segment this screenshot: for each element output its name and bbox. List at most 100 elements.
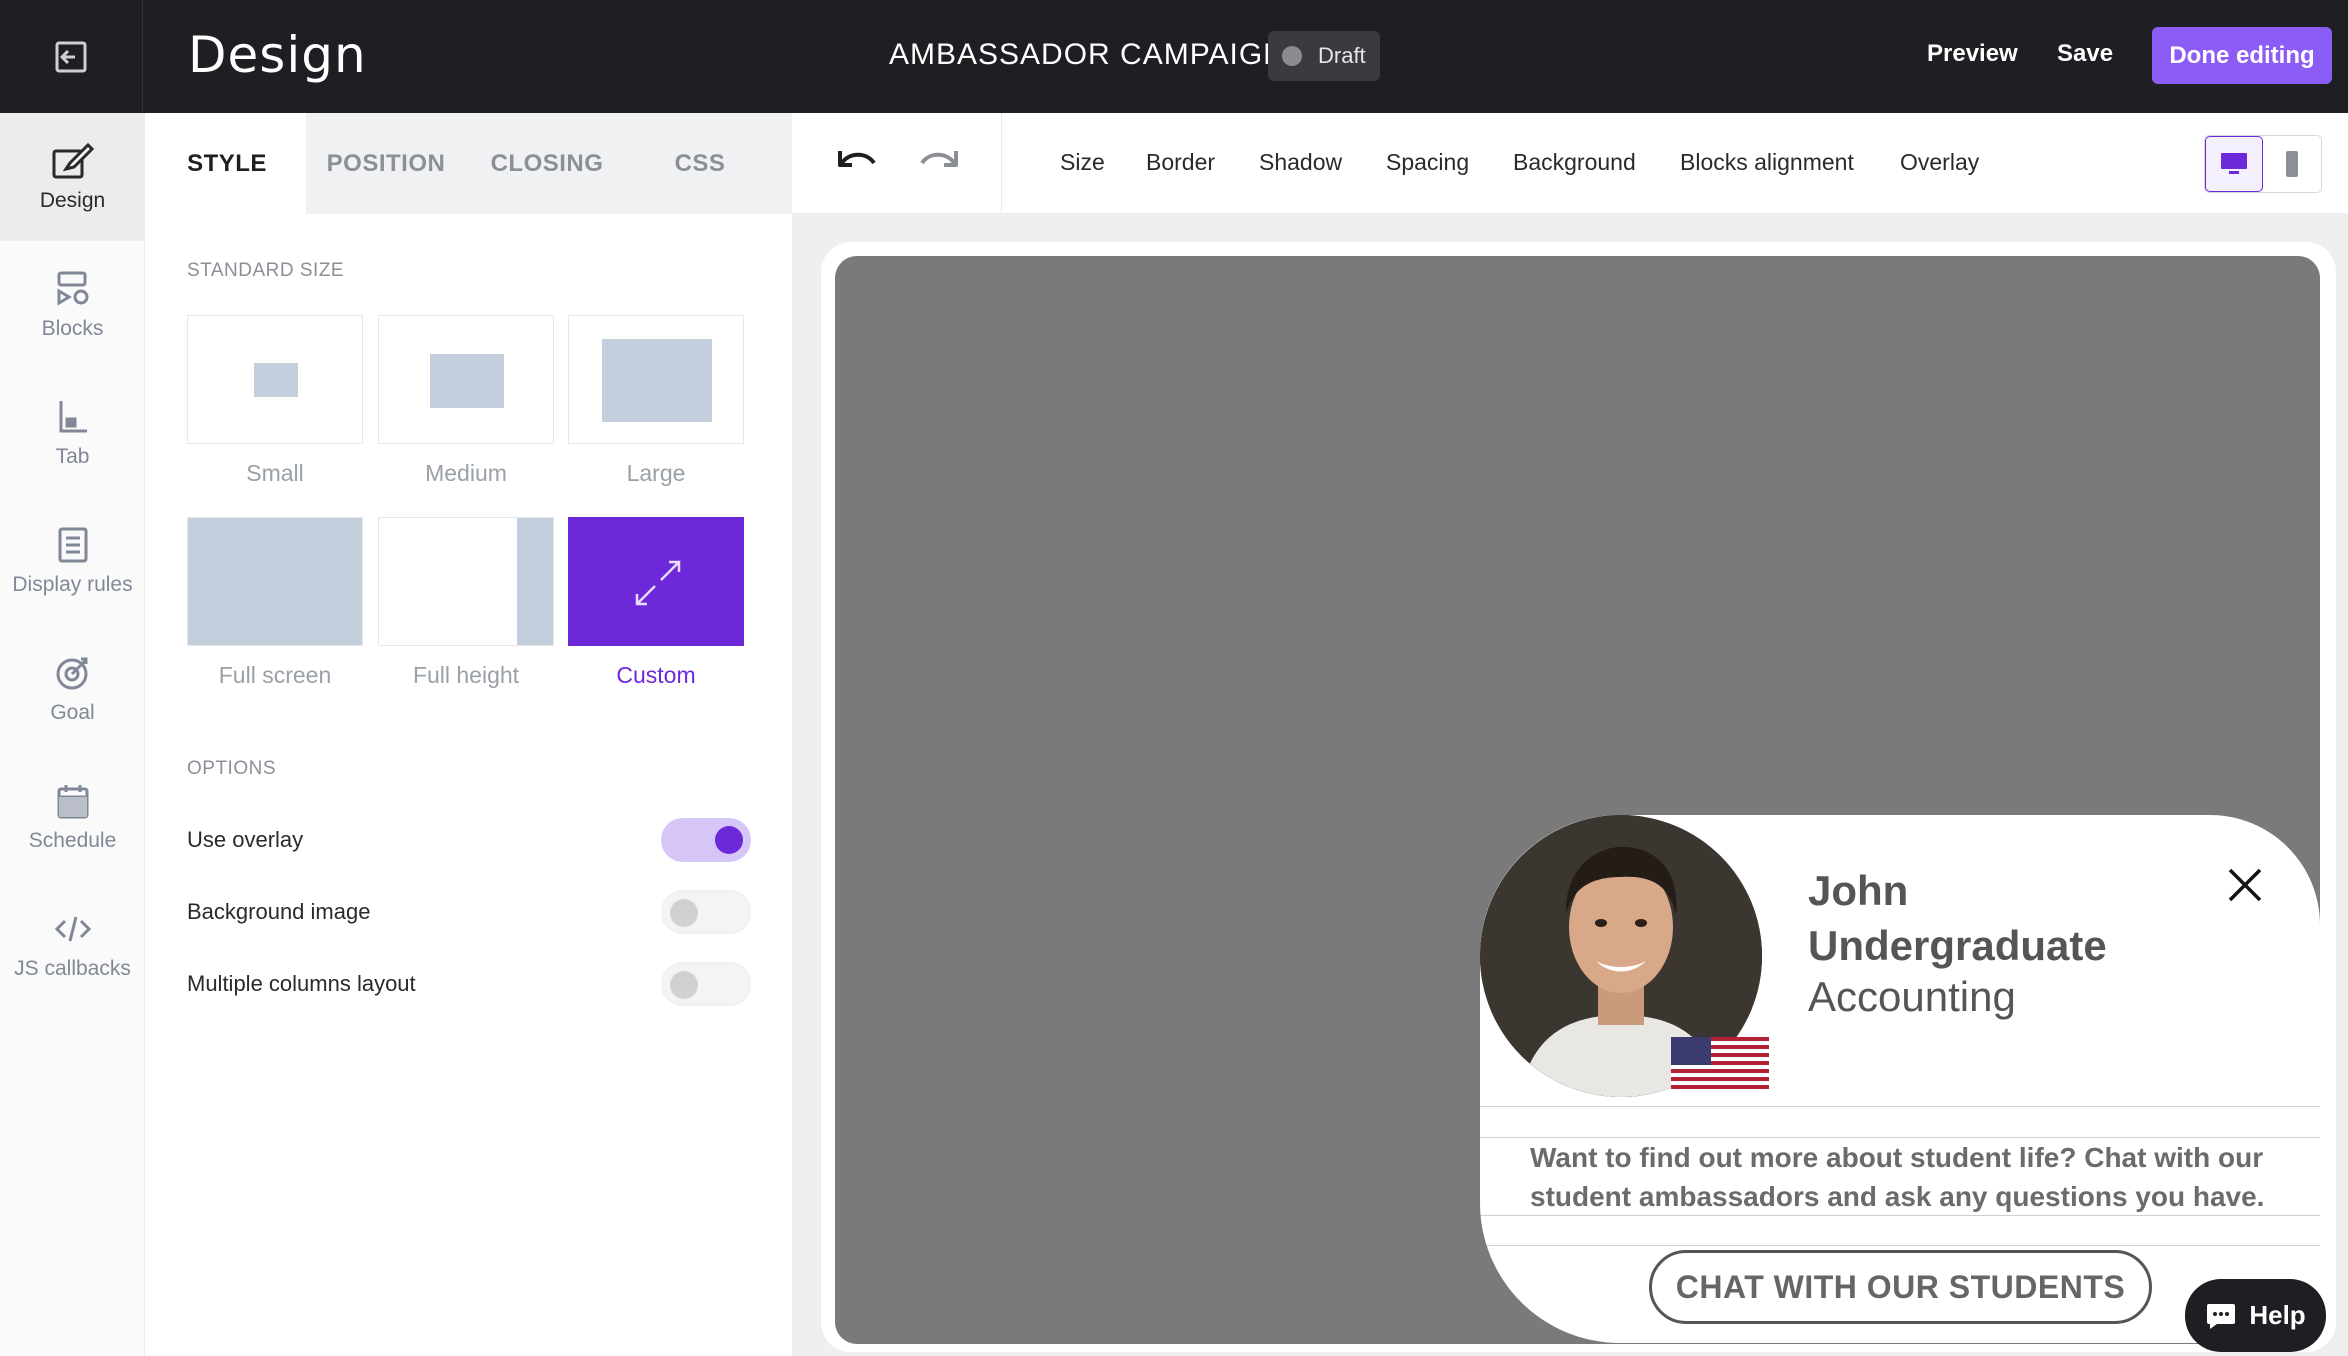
expand-arrows-icon bbox=[635, 560, 681, 606]
help-button[interactable]: Help bbox=[2185, 1279, 2326, 1352]
tab-position[interactable]: POSITION bbox=[306, 113, 466, 214]
ambassador-name: John Undergraduate bbox=[1808, 867, 2107, 969]
rail-item-goal[interactable]: Goal bbox=[0, 625, 145, 753]
size-preview bbox=[254, 363, 298, 397]
toggle-knob bbox=[715, 826, 743, 854]
toolbar-size[interactable]: Size bbox=[1060, 149, 1105, 176]
undo-icon[interactable] bbox=[836, 145, 880, 177]
save-button[interactable]: Save bbox=[2057, 40, 2113, 68]
blocks-icon bbox=[57, 271, 88, 306]
rail-item-blocks[interactable]: Blocks bbox=[0, 241, 145, 369]
rail-item-schedule[interactable]: Schedule bbox=[0, 753, 145, 881]
toolbar-overlay[interactable]: Overlay bbox=[1900, 149, 1979, 176]
toolbar-background[interactable]: Background bbox=[1513, 149, 1636, 176]
size-option-label: Medium bbox=[425, 460, 507, 486]
rail-item-label: JS callbacks bbox=[14, 957, 131, 980]
status-badge-label: Draft bbox=[1318, 43, 1366, 68]
rail-item-label: Tab bbox=[55, 445, 90, 468]
rail-item-display-rules[interactable]: Display rules bbox=[0, 497, 145, 625]
option-label: Use overlay bbox=[187, 827, 304, 852]
size-option-medium[interactable] bbox=[378, 315, 554, 444]
size-preview bbox=[430, 354, 504, 408]
status-badge: Draft bbox=[1268, 31, 1380, 81]
page-title: Design bbox=[188, 26, 367, 84]
calendar-icon bbox=[57, 785, 88, 819]
redo-icon[interactable] bbox=[916, 145, 960, 177]
tab-closing[interactable]: CLOSING bbox=[466, 113, 628, 214]
code-icon bbox=[54, 916, 91, 942]
size-option-full-height[interactable] bbox=[378, 517, 554, 646]
divider bbox=[1480, 1106, 2320, 1107]
settings-panel: STYLE POSITION CLOSING CSS STANDARD SIZE… bbox=[148, 113, 792, 1356]
size-preview bbox=[188, 518, 362, 645]
toolbar-shadow[interactable]: Shadow bbox=[1259, 149, 1342, 176]
history-controls bbox=[792, 113, 1002, 214]
size-option-label: Large bbox=[626, 460, 686, 486]
options-heading: OPTIONS bbox=[187, 758, 277, 779]
mobile-icon bbox=[2286, 151, 2298, 177]
option-label: Multiple columns layout bbox=[187, 971, 416, 996]
size-option-label: Small bbox=[246, 460, 304, 486]
editor-toolbar: Size Border Shadow Spacing Background Bl… bbox=[792, 113, 2348, 214]
size-preview bbox=[602, 339, 712, 422]
us-flag-icon bbox=[1671, 1037, 1769, 1089]
toolbar-spacing[interactable]: Spacing bbox=[1386, 149, 1469, 176]
option-use-overlay: Use overlay bbox=[187, 815, 751, 865]
panel-tabs: STYLE POSITION CLOSING CSS bbox=[148, 113, 792, 214]
tab-icon bbox=[59, 401, 87, 433]
rail-item-label: Blocks bbox=[41, 317, 104, 340]
exit-button[interactable] bbox=[0, 0, 143, 113]
popup-message: Want to find out more about student life… bbox=[1530, 1142, 2265, 1212]
campaign-popup[interactable]: John Undergraduate Accounting Want to fi… bbox=[1480, 815, 2320, 1343]
size-option-label: Custom bbox=[616, 662, 696, 688]
rail-item-tab[interactable]: Tab bbox=[0, 369, 145, 497]
rail-item-label: Goal bbox=[50, 701, 95, 724]
standard-size-heading: STANDARD SIZE bbox=[187, 260, 345, 281]
display-rules-icon bbox=[58, 527, 87, 563]
campaign-name[interactable]: AMBASSADOR CAMPAIGN bbox=[889, 38, 1286, 72]
desktop-icon bbox=[2221, 153, 2247, 174]
device-switcher bbox=[2204, 135, 2322, 193]
option-label: Background image bbox=[187, 899, 371, 924]
multiple-columns-toggle[interactable] bbox=[661, 962, 751, 1006]
chat-bubble-icon bbox=[2207, 1303, 2236, 1329]
rail-item-label: Display rules bbox=[12, 573, 133, 596]
preview-button[interactable]: Preview bbox=[1927, 40, 2018, 68]
size-option-label: Full screen bbox=[218, 662, 332, 688]
rail-item-design[interactable]: Design bbox=[0, 113, 145, 241]
toolbar-blocks-alignment[interactable]: Blocks alignment bbox=[1680, 149, 1854, 176]
design-icon bbox=[52, 142, 94, 179]
divider bbox=[1480, 1245, 2320, 1246]
status-dot-icon bbox=[1282, 46, 1302, 66]
goal-icon bbox=[56, 657, 87, 690]
chat-cta-button[interactable]: CHAT WITH OUR STUDENTS bbox=[1649, 1250, 2152, 1324]
rail-item-label: Design bbox=[39, 189, 106, 212]
divider bbox=[1480, 1215, 2320, 1216]
rail-item-js-callbacks[interactable]: JS callbacks bbox=[0, 881, 145, 1009]
background-image-toggle[interactable] bbox=[661, 890, 751, 934]
toggle-knob bbox=[670, 971, 698, 999]
toolbar-border[interactable]: Border bbox=[1146, 149, 1215, 176]
exit-icon bbox=[55, 41, 87, 72]
ambassador-major: Accounting bbox=[1808, 973, 2016, 1020]
tab-css[interactable]: CSS bbox=[628, 113, 772, 214]
size-option-large[interactable] bbox=[568, 315, 744, 444]
rail-item-label: Schedule bbox=[28, 829, 117, 852]
size-preview bbox=[517, 518, 553, 645]
size-option-label: Full height bbox=[412, 662, 520, 688]
size-option-custom[interactable] bbox=[568, 517, 744, 646]
option-multiple-columns: Multiple columns layout bbox=[187, 959, 751, 1009]
tab-style[interactable]: STYLE bbox=[148, 113, 306, 214]
desktop-view-button[interactable] bbox=[2205, 136, 2263, 192]
use-overlay-toggle[interactable] bbox=[661, 818, 751, 862]
size-option-full-screen[interactable] bbox=[187, 517, 363, 646]
mobile-view-button[interactable] bbox=[2263, 136, 2321, 192]
done-editing-button[interactable]: Done editing bbox=[2152, 27, 2332, 84]
size-option-small[interactable] bbox=[187, 315, 363, 444]
close-icon[interactable] bbox=[2227, 867, 2263, 903]
toggle-knob bbox=[670, 899, 698, 927]
option-background-image: Background image bbox=[187, 887, 751, 937]
help-label: Help bbox=[2249, 1300, 2306, 1330]
top-bar: Design AMBASSADOR CAMPAIGN Draft Preview… bbox=[0, 0, 2348, 113]
left-rail: Design Blocks Tab Display rules Goal Sch… bbox=[0, 113, 145, 1356]
